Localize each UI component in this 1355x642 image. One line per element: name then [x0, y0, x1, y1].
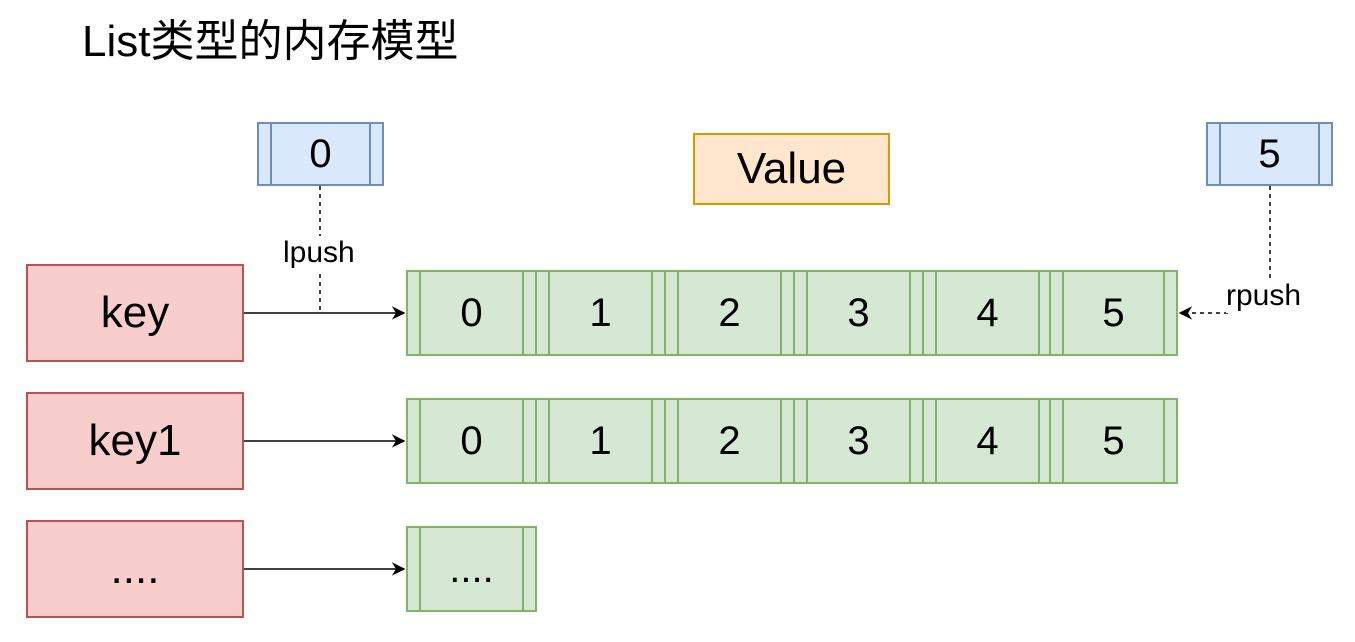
list-cell: 0	[406, 398, 537, 484]
list-cell: 4	[922, 398, 1053, 484]
key-box: key	[26, 264, 244, 362]
list-cell: 3	[793, 270, 924, 356]
list-cell: 1	[535, 270, 666, 356]
list-cell: 1	[535, 398, 666, 484]
list-cell: 2	[664, 398, 795, 484]
key-ellipsis-box: ....	[26, 520, 244, 618]
lpush-label: lpush	[283, 236, 355, 270]
list-cell: 0	[406, 270, 537, 356]
rpush-label: rpush	[1226, 279, 1302, 313]
list-cell: 3	[793, 398, 924, 484]
list-cell: ....	[406, 526, 537, 612]
list-cell: 4	[922, 270, 1053, 356]
key1-box: key1	[26, 392, 244, 490]
list-cell: 5	[1049, 270, 1178, 356]
list-cell: 5	[1049, 398, 1178, 484]
list-cell: 2	[664, 270, 795, 356]
